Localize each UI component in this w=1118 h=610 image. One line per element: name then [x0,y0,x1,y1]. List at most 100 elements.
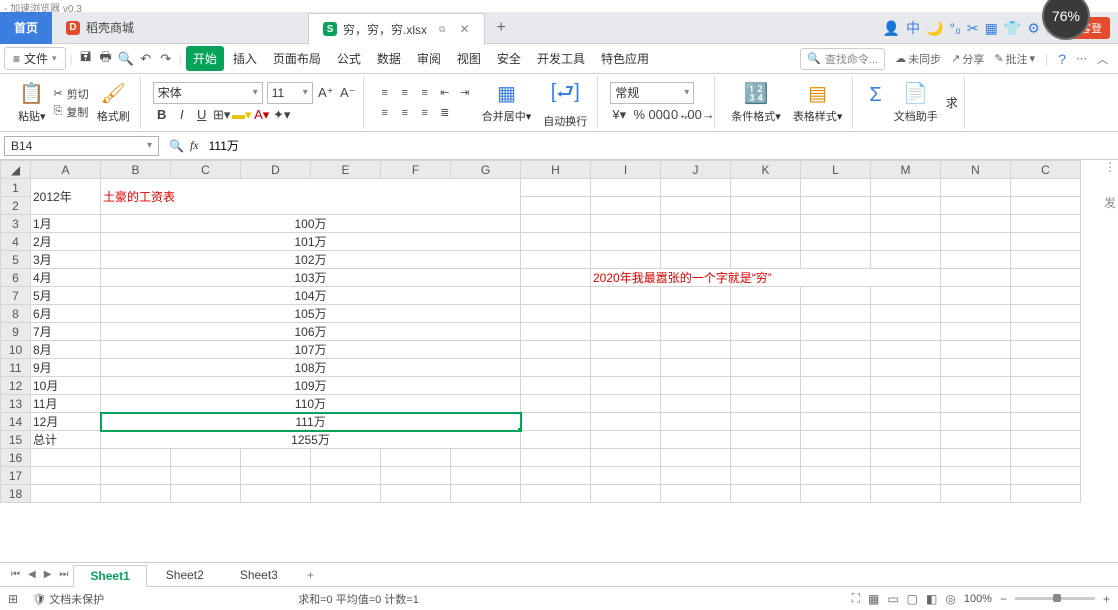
cell-J5[interactable] [661,251,731,269]
cell-M1[interactable] [871,179,941,197]
cell-K13[interactable] [731,395,801,413]
cell-G17[interactable] [451,467,521,485]
cell-I3[interactable] [591,215,661,233]
status-grid-icon[interactable]: ▦ [868,592,879,606]
cell-N4[interactable] [941,233,1011,251]
cell-K2[interactable] [731,197,801,215]
cell-C3[interactable] [1011,215,1081,233]
cell-I5[interactable] [591,251,661,269]
cell-L17[interactable] [801,467,871,485]
cell-N18[interactable] [941,485,1011,503]
col-header-G[interactable]: G [451,161,521,179]
cell-H1[interactable] [521,179,591,197]
italic-icon[interactable]: I [173,106,191,124]
cell-A7[interactable]: 5月 [31,287,101,305]
cell-A4[interactable]: 2月 [31,233,101,251]
sidepanel-icon-1[interactable]: ⋮ [1104,160,1116,174]
cell-C5[interactable] [1011,251,1081,269]
cell-F17[interactable] [381,467,451,485]
col-header-C[interactable]: C [171,161,241,179]
sheettab-prev-icon[interactable]: ◀ [25,569,39,580]
select-all-corner[interactable]: ◢ [1,161,31,179]
cell-C17[interactable] [1011,467,1081,485]
cell-C12[interactable] [1011,377,1081,395]
qat-undo-icon[interactable]: ↶ [137,51,155,67]
increase-font-icon[interactable]: A⁺ [317,84,335,102]
cell-H16[interactable] [521,449,591,467]
cell-A11[interactable]: 9月 [31,359,101,377]
cell-K9[interactable] [731,323,801,341]
number-format-combo[interactable]: 常规▾ [610,82,694,104]
cell-J18[interactable] [661,485,731,503]
cell-B15[interactable]: 1255万 [101,431,521,449]
align-left-icon[interactable]: ≡ [376,104,394,122]
cell-G18[interactable] [451,485,521,503]
col-header-M[interactable]: M [871,161,941,179]
cell-N14[interactable] [941,413,1011,431]
cell-C10[interactable] [1011,341,1081,359]
col-header-L[interactable]: L [801,161,871,179]
row-header-15[interactable]: 15 [1,431,31,449]
window-restore-icon[interactable]: ⧉ [439,24,445,35]
share-button[interactable]: ↗ 分享 [951,51,984,67]
menutab-insert[interactable]: 插入 [226,46,264,71]
cell-I16[interactable] [591,449,661,467]
cell-C6[interactable] [1011,269,1081,287]
col-header-E[interactable]: E [311,161,381,179]
cell-B3[interactable]: 100万 [101,215,521,233]
status-misc-icon[interactable]: ◧ [926,592,937,606]
cell-N1[interactable] [941,179,1011,197]
sheettab-next-icon[interactable]: ▶ [41,569,55,580]
cell-N5[interactable] [941,251,1011,269]
cell-B17[interactable] [101,467,171,485]
cell-B5[interactable]: 102万 [101,251,521,269]
cell-B13[interactable]: 110万 [101,395,521,413]
cell-N15[interactable] [941,431,1011,449]
file-menu[interactable]: ≡ 文件 ▾ [4,47,66,70]
cell-J10[interactable] [661,341,731,359]
wrap-text-button[interactable]: [⮐]自动换行 [539,75,591,131]
gear-icon[interactable]: ⚙ [1027,20,1040,37]
cell-D17[interactable] [241,467,311,485]
row-header-7[interactable]: 7 [1,287,31,305]
unsync-button[interactable]: ☁ 未同步 [895,51,941,67]
scissors-icon[interactable]: ✂ [967,20,979,37]
cell-C7[interactable] [1011,287,1081,305]
underline-icon[interactable]: U [193,106,211,124]
zoom-level[interactable]: 100% [964,593,992,605]
cell-B4[interactable]: 101万 [101,233,521,251]
cell-J12[interactable] [661,377,731,395]
cell-J13[interactable] [661,395,731,413]
cell-C16[interactable] [171,449,241,467]
cell-M11[interactable] [871,359,941,377]
cell-M4[interactable] [871,233,941,251]
percent-icon[interactable]: % [630,106,648,124]
cell-N8[interactable] [941,305,1011,323]
row-header-12[interactable]: 12 [1,377,31,395]
cell-C9[interactable] [1011,323,1081,341]
currency-icon[interactable]: ¥▾ [610,106,628,124]
cell-L3[interactable] [801,215,871,233]
cell-L7[interactable] [801,287,871,305]
row-header-5[interactable]: 5 [1,251,31,269]
cell-N9[interactable] [941,323,1011,341]
row-header-8[interactable]: 8 [1,305,31,323]
col-header-F[interactable]: F [381,161,451,179]
cell-M2[interactable] [871,197,941,215]
shirt-icon[interactable]: 👕 [1004,20,1021,37]
format-painter-button[interactable]: 🖌格式刷 [93,79,134,126]
col-header-H[interactable]: H [521,161,591,179]
cell-I7[interactable] [591,287,661,305]
cell-K4[interactable] [731,233,801,251]
cell-B8[interactable]: 105万 [101,305,521,323]
cell-I8[interactable] [591,305,661,323]
copy-button[interactable]: ⎘ 复制 [54,104,89,120]
comma-icon[interactable]: 000 [650,106,668,124]
cell-C17[interactable] [171,467,241,485]
align-right-icon[interactable]: ≡ [416,104,434,122]
cell-I12[interactable] [591,377,661,395]
row-header-13[interactable]: 13 [1,395,31,413]
cell-L12[interactable] [801,377,871,395]
cell-B7[interactable]: 104万 [101,287,521,305]
sheet-tab-2[interactable]: Sheet2 [149,564,221,586]
